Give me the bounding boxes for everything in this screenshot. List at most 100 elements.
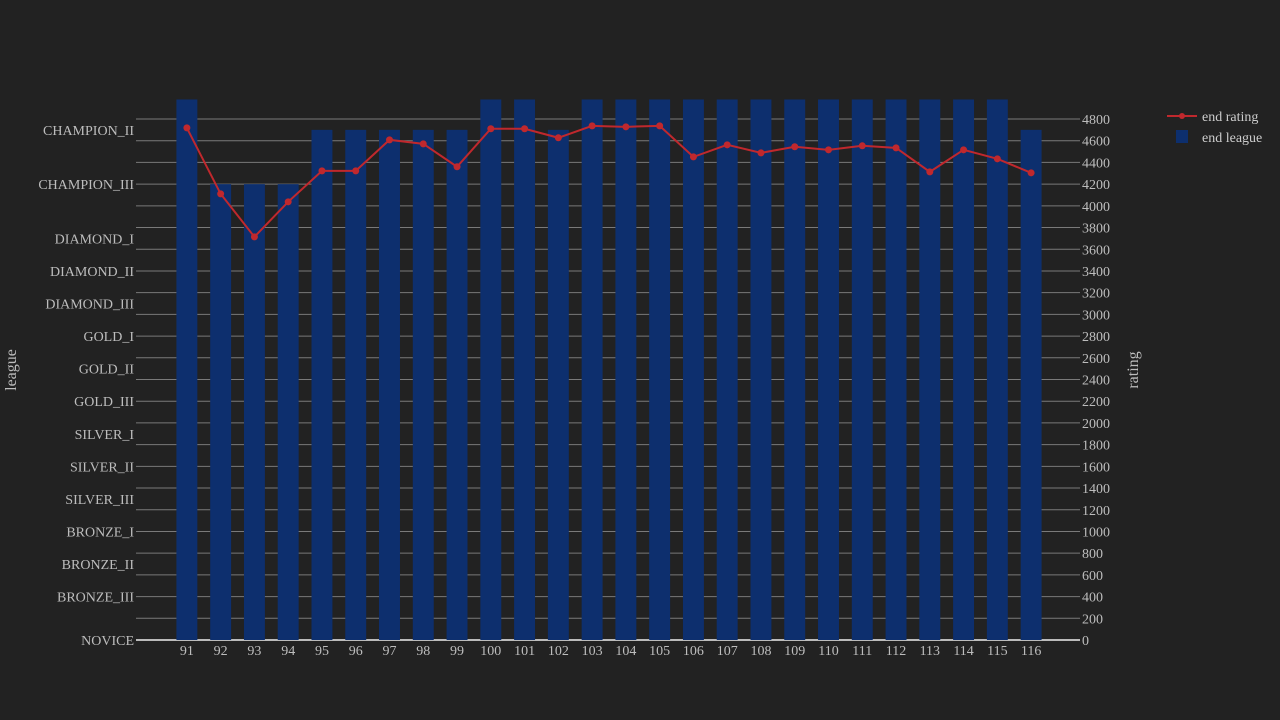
x-tick-label: 92 [214,644,228,659]
x-tick-label: 99 [450,644,464,659]
rating-tick-label: 600 [1082,569,1103,584]
bar [243,184,265,640]
rating-tick-label: 2600 [1082,352,1110,367]
bar [716,99,738,640]
rating-tick-label: 2800 [1082,330,1110,345]
bar [750,99,772,640]
bar [919,99,941,640]
rating-tick-label: 2200 [1082,395,1110,410]
chart: NOVICE BRONZE_III BRONZE_II BRONZE_I SILVER_… [3,99,1262,659]
x-tick-label: 104 [615,644,636,659]
rating-tick-label: 3000 [1082,308,1110,323]
bar [851,99,873,640]
bar [649,99,671,640]
x-tick-label: 94 [281,644,295,659]
league-tick-label: NOVICE [81,634,134,649]
bar [615,99,637,640]
bar [311,129,333,640]
rating-point [858,142,866,150]
rating-point [689,153,697,161]
rating-point [656,122,664,130]
league-tick-label: DIAMOND_I [55,232,135,247]
bar [885,99,907,640]
rating-tick-label: 1000 [1082,525,1110,540]
rating-tick-label: 4800 [1082,113,1110,128]
x-tick-label: 112 [886,644,906,659]
bar [277,184,299,640]
legend-item-end-league[interactable]: end league [1176,130,1262,146]
x-tick-label: 98 [416,644,430,659]
rating-tick-label: 3400 [1082,265,1110,280]
rating-point [825,146,832,154]
rating-point [892,144,900,152]
rating-point [284,198,292,206]
rating-point [622,123,630,131]
rating-tick-label: 800 [1082,547,1103,562]
bar [682,99,704,640]
rating-point [453,163,461,171]
bars [176,99,1042,640]
rating-tick-label: 1800 [1082,439,1110,454]
bar [784,99,806,640]
rating-point [318,167,326,175]
x-tick-label: 97 [383,644,397,659]
rating-tick-label: 400 [1082,591,1103,606]
rating-point [183,124,191,132]
rating-tick-label: 200 [1082,612,1103,627]
legend-label-end-rating: end rating [1202,110,1258,125]
rating-tick-label: 4000 [1082,200,1110,215]
league-tick-label: SILVER_I [75,428,135,443]
league-tick-label: GOLD_III [74,395,134,410]
bar [210,184,232,640]
x-tick-label: 110 [818,644,838,659]
x-axis: 91 92 93 94 95 96 97 98 99 100 101 102 103 104 105 106 1… [180,644,1041,659]
bar [480,99,502,640]
bar [446,129,468,640]
rating-tick-label: 3600 [1082,243,1110,258]
x-tick-label: 108 [750,644,771,659]
rating-point [487,125,495,133]
right-axis-title: rating [1125,351,1142,388]
bar [176,99,198,640]
x-tick-label: 111 [852,644,872,659]
x-tick-label: 96 [349,644,363,659]
rating-point [554,134,562,142]
legend-label-end-league: end league [1202,131,1262,146]
legend-item-end-rating[interactable]: end rating [1167,110,1258,125]
bar [581,99,603,640]
rating-tick-label: 1200 [1082,504,1110,519]
rating-line [183,122,1035,241]
league-tick-label: DIAMOND_III [45,298,134,313]
x-tick-label: 91 [180,644,194,659]
rating-point [757,149,765,157]
rating-point [993,155,1001,163]
x-tick-label: 113 [920,644,940,659]
rating-point [419,140,427,148]
rating-tick-label: 2000 [1082,417,1110,432]
rating-tick-label: 1400 [1082,482,1110,497]
rating-tick-label: 3200 [1082,287,1110,302]
rating-tick-label: 4200 [1082,178,1110,193]
x-tick-label: 100 [480,644,501,659]
rating-tick-label: 1600 [1082,460,1110,475]
rating-point [250,233,258,241]
rating-tick-label: 2400 [1082,374,1110,389]
league-tick-label: GOLD_I [83,330,134,345]
legend-bar-swatch [1176,130,1188,143]
league-tick-label: SILVER_III [65,493,134,508]
league-tick-label: CHAMPION_II [43,124,134,139]
rating-point [1027,169,1035,177]
rating-tick-label: 4400 [1082,156,1110,171]
rating-point [791,143,799,151]
bar [953,99,975,640]
x-tick-label: 105 [649,644,670,659]
rating-point [926,168,934,176]
league-axis: NOVICE BRONZE_III BRONZE_II BRONZE_I SILVER_… [38,124,134,649]
bar [547,129,569,640]
league-tick-label: SILVER_II [70,460,134,475]
x-tick-label: 101 [514,644,535,659]
league-tick-label: DIAMOND_II [50,265,134,280]
league-tick-label: BRONZE_I [66,525,134,540]
x-tick-label: 102 [548,644,569,659]
bar [818,99,839,640]
